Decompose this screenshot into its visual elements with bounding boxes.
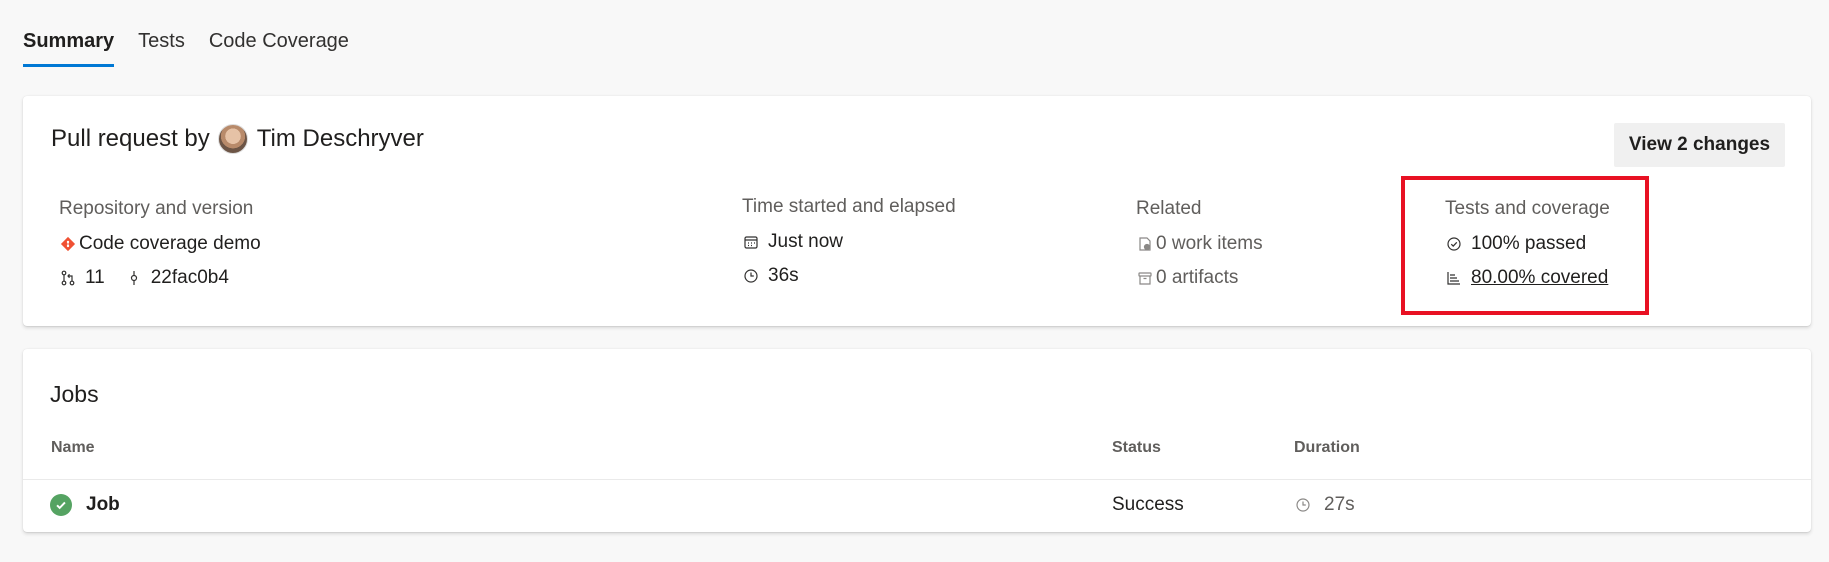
work-items-count: 0 work items (1156, 233, 1263, 254)
clock-icon (1294, 496, 1312, 514)
jobs-title: Jobs (50, 381, 99, 407)
column-header-duration[interactable]: Duration (1294, 439, 1360, 457)
tab-tests[interactable]: Tests (138, 30, 185, 67)
work-items-row: 0 work items (1136, 232, 1263, 256)
jobs-card: Jobs Name Status Duration Job Success 27… (23, 349, 1811, 532)
git-icon (59, 235, 77, 253)
table-row[interactable]: Job Success 27s (23, 480, 1811, 532)
repository-label: Repository and version (59, 198, 254, 219)
commit-icon (125, 269, 143, 287)
calendar-icon (742, 233, 760, 251)
tests-coverage-section: Tests and coverage 100% passed 80.00% co… (1445, 198, 1610, 300)
artifact-icon (1136, 269, 1154, 287)
clock-icon (742, 267, 760, 285)
tests-passed-row: 100% passed (1445, 232, 1610, 256)
check-circle-icon (1445, 235, 1463, 253)
job-name[interactable]: Job (86, 494, 120, 516)
repository-name[interactable]: Code coverage demo (79, 233, 261, 255)
tab-bar: Summary Tests Code Coverage (23, 30, 373, 67)
summary-card: Pull request by Tim Deschryver View 2 ch… (23, 96, 1811, 326)
commit-id[interactable]: 22fac0b4 (151, 267, 229, 289)
work-item-icon (1136, 235, 1154, 253)
pr-title: Pull request by Tim Deschryver (51, 124, 424, 154)
job-name-cell: Job (50, 494, 120, 516)
related-section: Related 0 work items 0 artifacts (1136, 198, 1263, 300)
artifacts-count: 0 artifacts (1156, 267, 1239, 288)
tab-summary[interactable]: Summary (23, 30, 115, 67)
artifacts-row: 0 artifacts (1136, 266, 1263, 290)
time-label: Time started and elapsed (742, 196, 956, 217)
tests-coverage-label: Tests and coverage (1445, 198, 1610, 219)
success-icon (50, 494, 72, 516)
coverage-row[interactable]: 80.00% covered (1445, 266, 1610, 290)
job-status: Success (1112, 494, 1184, 515)
column-header-status[interactable]: Status (1112, 439, 1161, 457)
pr-title-prefix: Pull request by (51, 125, 210, 152)
avatar[interactable] (217, 124, 248, 154)
job-duration-cell: 27s (1294, 494, 1355, 516)
author-name[interactable]: Tim Deschryver (257, 125, 424, 153)
pr-number[interactable]: 11 (85, 267, 105, 289)
related-label: Related (1136, 198, 1202, 219)
started-time: Just now (768, 231, 843, 252)
coverage-icon (1445, 269, 1463, 287)
column-header-name[interactable]: Name (51, 439, 95, 457)
elapsed-time: 36s (768, 265, 799, 286)
tab-code-coverage[interactable]: Code Coverage (209, 30, 349, 67)
job-duration: 27s (1324, 494, 1355, 515)
tests-passed: 100% passed (1471, 233, 1587, 254)
coverage-link[interactable]: 80.00% covered (1471, 267, 1608, 289)
time-section: Time started and elapsed Just now 36s (742, 196, 956, 298)
started-row: Just now (742, 230, 956, 254)
version-row: 11 22fac0b4 (59, 266, 261, 290)
pull-request-icon (59, 269, 77, 287)
repository-section: Repository and version Code coverage dem… (59, 198, 261, 300)
repository-row[interactable]: Code coverage demo (59, 232, 261, 256)
view-changes-button[interactable]: View 2 changes (1614, 123, 1785, 167)
elapsed-row: 36s (742, 264, 956, 288)
